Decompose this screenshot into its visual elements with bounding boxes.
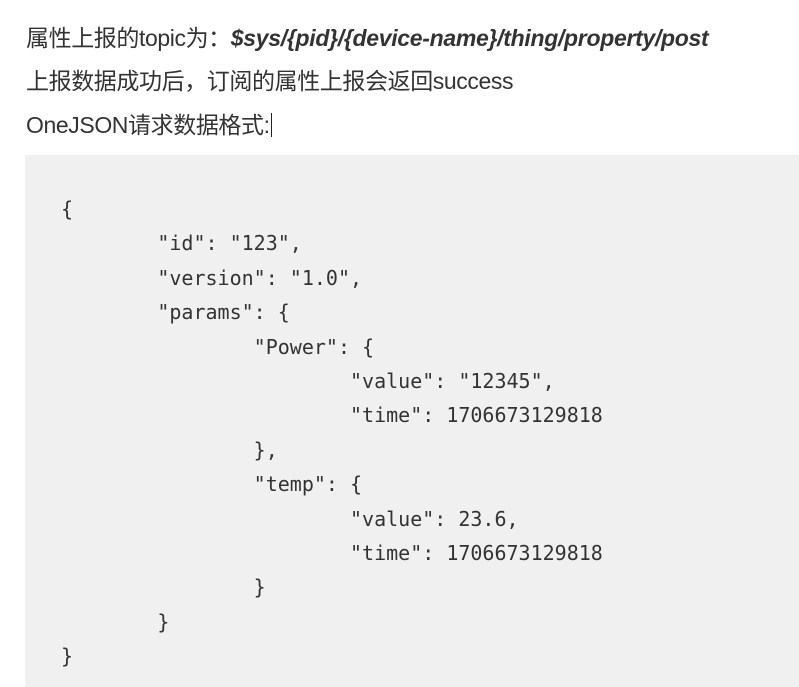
request-format-label: OneJSON请求数据格式: <box>26 112 270 138</box>
success-note: 上报数据成功后，订阅的属性上报会返回success <box>26 68 514 94</box>
topic-label: 属性上报的topic为： <box>26 25 231 51</box>
request-format-line[interactable]: OneJSON请求数据格式: <box>26 110 272 140</box>
topic-line: 属性上报的topic为：$sys/{pid}/{device-name}/thi… <box>26 23 709 53</box>
code-content: { "id": "123", "version": "1.0", "params… <box>61 197 603 669</box>
text-cursor <box>270 113 272 137</box>
code-block[interactable]: { "id": "123", "version": "1.0", "params… <box>25 155 799 687</box>
topic-path[interactable]: $sys/{pid}/{device-name}/thing/property/… <box>231 25 709 51</box>
document-body: 属性上报的topic为：$sys/{pid}/{device-name}/thi… <box>0 0 799 687</box>
